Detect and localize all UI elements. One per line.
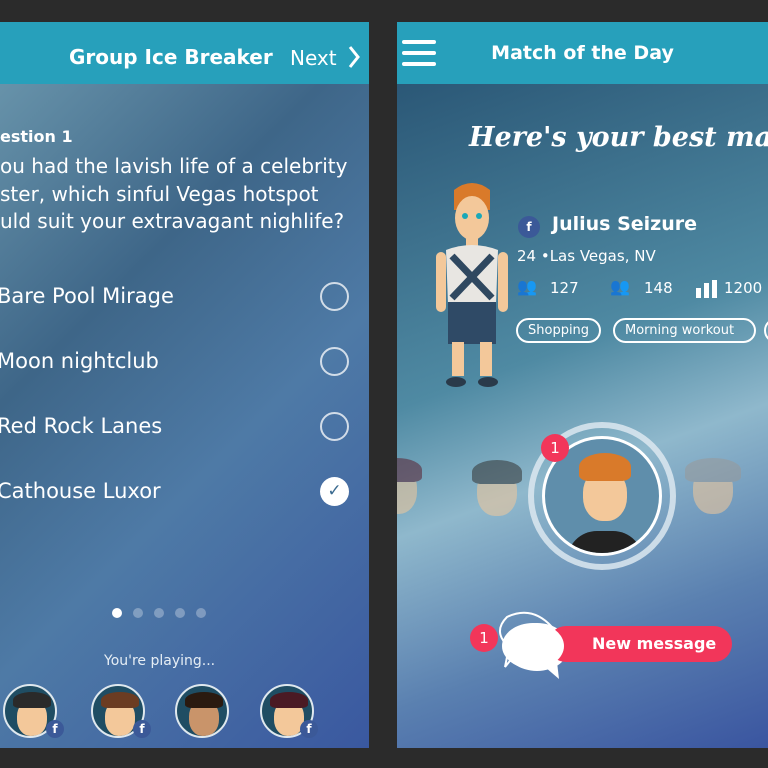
facebook-icon: f: [518, 216, 540, 238]
question-line: ster, which sinful Vegas hotspot: [0, 182, 319, 206]
option-label[interactable]: Bare Pool Mirage: [0, 284, 174, 308]
page-title: Match of the Day: [491, 42, 674, 64]
page-dot[interactable]: [175, 608, 185, 618]
page-dot-active[interactable]: [112, 608, 122, 618]
candidate-avatar[interactable]: [457, 454, 537, 544]
candidate-badge: 1: [541, 434, 569, 462]
next-button[interactable]: Next: [290, 45, 361, 70]
match-age-location: 24 •Las Vegas, NV: [517, 247, 656, 265]
headline: Here's your best match!: [469, 122, 768, 153]
player-avatar[interactable]: [175, 684, 229, 738]
interest-tag[interactable]: Morning workout: [613, 318, 756, 343]
page-dot[interactable]: [133, 608, 143, 618]
new-message-label: New message: [592, 634, 717, 653]
option-radio[interactable]: [320, 347, 349, 376]
chevron-right-icon: [348, 46, 360, 68]
page-dot[interactable]: [196, 608, 206, 618]
option-label[interactable]: Red Rock Lanes: [0, 414, 162, 438]
friends-count: 127: [550, 279, 579, 297]
question-line: ou had the lavish life of a celebrity: [0, 154, 348, 178]
option-radio-selected[interactable]: ✓: [320, 477, 349, 506]
page-title: Group Ice Breaker: [69, 45, 273, 69]
message-badge: 1: [470, 624, 498, 652]
friends-icon: 👥: [517, 277, 537, 296]
interest-tag[interactable]: [764, 318, 768, 343]
new-message-button[interactable]: New message: [548, 626, 732, 662]
page-dot[interactable]: [154, 608, 164, 618]
mutual-friends-icon: 👥: [610, 277, 630, 296]
candidate-avatar[interactable]: [673, 452, 753, 542]
facebook-icon: f: [300, 720, 318, 738]
option-radio[interactable]: [320, 412, 349, 441]
check-icon: ✓: [327, 481, 342, 501]
interest-tag[interactable]: Shopping: [516, 318, 602, 343]
facebook-icon: f: [133, 720, 151, 738]
match-name: Julius Seizure: [552, 213, 697, 235]
header: Group Ice Breaker Next: [0, 22, 369, 84]
mutual-friends-count: 148: [644, 279, 673, 297]
option-radio[interactable]: [320, 282, 349, 311]
bar-chart-icon: [696, 280, 717, 298]
match-character-illustration: [436, 183, 508, 387]
next-label: Next: [290, 46, 337, 70]
score-count: 1200: [724, 279, 763, 297]
group-ice-breaker-screen: Group Ice Breaker Next estion 1 ou had t…: [0, 22, 369, 748]
message-bubble-front: [502, 623, 564, 676]
header: Match of the Day: [397, 22, 768, 84]
candidate-avatar[interactable]: [397, 452, 432, 542]
question-label: estion 1: [0, 127, 73, 146]
facebook-icon: f: [46, 720, 64, 738]
question-line: uld suit your extravagant nighlife?: [0, 209, 345, 233]
match-of-the-day-screen: Match of the Day Here's your best match!…: [397, 22, 768, 748]
playing-label: You're playing...: [104, 653, 216, 669]
option-label[interactable]: Moon nightclub: [0, 349, 159, 373]
option-label[interactable]: Cathouse Luxor: [0, 479, 161, 503]
